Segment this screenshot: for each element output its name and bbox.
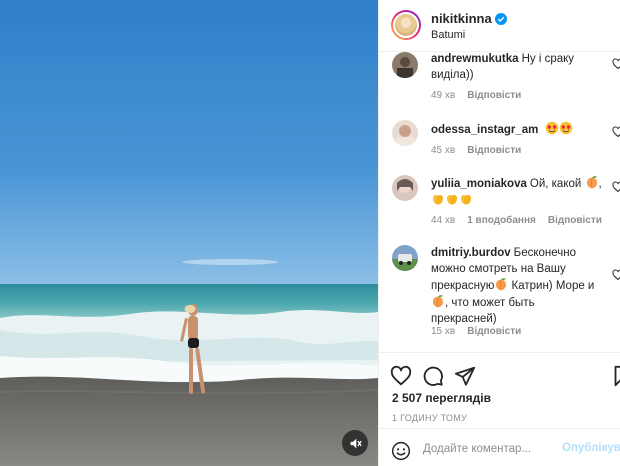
author-avatar[interactable] xyxy=(391,10,421,40)
heart-icon[interactable] xyxy=(390,365,412,387)
commenter-username[interactable]: odessa_instagr_am xyxy=(431,124,538,136)
beach-scene-image xyxy=(0,0,378,466)
post-video[interactable] xyxy=(0,0,378,466)
comment-like-heart-icon[interactable] xyxy=(612,181,620,193)
comment-meta: 49 хв Відповісти xyxy=(431,90,533,101)
clapping-hands-emoji-icon xyxy=(432,194,444,205)
commenter-avatar[interactable] xyxy=(392,52,418,78)
comment-time[interactable]: 49 хв xyxy=(431,90,455,101)
commenter-avatar[interactable] xyxy=(392,175,418,201)
reply-button[interactable]: Відповісти xyxy=(467,90,521,101)
comment-text: yuliia_moniakova Ой, какой , xyxy=(431,175,603,209)
speech-bubble-icon[interactable] xyxy=(422,365,444,387)
post-timestamp[interactable]: 1 ГОДИНУ ТОМУ xyxy=(392,413,467,423)
comment-like-heart-icon[interactable] xyxy=(612,58,620,70)
publish-button[interactable]: Опублікувати xyxy=(562,442,620,454)
bookmark-icon[interactable] xyxy=(613,365,620,387)
comment-text: odessa_instagr_am xyxy=(431,121,603,138)
comment-time[interactable]: 44 хв xyxy=(431,215,455,226)
clapping-hands-emoji-icon xyxy=(460,194,472,205)
commenter-username[interactable]: andrewmukutka xyxy=(431,53,519,65)
commenter-username[interactable]: yuliia_moniakova xyxy=(431,178,527,190)
author-username-row: nikitkinna xyxy=(431,11,507,26)
post-actions-bar xyxy=(379,352,620,392)
peach-emoji-icon xyxy=(432,295,444,308)
heart-eyes-emoji-icon xyxy=(559,121,572,135)
reply-button[interactable]: Відповісти xyxy=(548,215,602,226)
heart-eyes-emoji-icon xyxy=(545,121,558,135)
author-username[interactable]: nikitkinna xyxy=(431,11,492,26)
comment-like-heart-icon[interactable] xyxy=(612,126,620,138)
add-comment-bar: Опублікувати xyxy=(379,428,620,466)
instagram-post-window: nikitkinna Batumi andrewmukutka Ну і срак… xyxy=(0,0,620,466)
comment-input[interactable] xyxy=(423,437,553,461)
comment-like-heart-icon[interactable] xyxy=(612,269,620,281)
comment-time[interactable]: 15 хв xyxy=(431,326,455,337)
comment-time[interactable]: 45 хв xyxy=(431,145,455,156)
mute-button[interactable] xyxy=(342,430,368,456)
comment-body-part-2: Катрин) Море и xyxy=(511,280,595,292)
commenter-username[interactable]: dmitriy.burdov xyxy=(431,247,511,259)
post-side-panel: nikitkinna Batumi andrewmukutka Ну і срак… xyxy=(378,0,620,466)
comment-likes-count[interactable]: 1 вподобання xyxy=(467,215,536,226)
comment-body-part-3: , что может быть прекрасней) xyxy=(431,297,535,325)
peach-emoji-icon xyxy=(586,176,597,189)
peach-emoji-icon xyxy=(496,278,507,291)
comment-meta: 15 хв Відповісти xyxy=(431,326,533,337)
comment-body: Ой, какой xyxy=(529,178,582,190)
reply-button[interactable]: Відповісти xyxy=(467,326,521,337)
comment-text: dmitriy.burdov Бесконечно можно смотреть … xyxy=(431,245,603,327)
speaker-muted-icon xyxy=(350,438,362,448)
comment-text: andrewmukutka Ну і сраку виділа)) xyxy=(431,52,603,83)
smiley-icon[interactable] xyxy=(391,441,411,461)
post-location[interactable]: Batumi xyxy=(431,29,465,41)
commenter-avatar[interactable] xyxy=(392,120,418,146)
comment-meta: 44 хв 1 вподобання Відповісти xyxy=(431,215,614,226)
comments-list[interactable]: andrewmukutka Ну і сраку виділа)) 49 хв Ві… xyxy=(379,52,620,350)
comment-meta: 45 хв Відповісти xyxy=(431,145,533,156)
reply-button[interactable]: Відповісти xyxy=(467,145,521,156)
post-header: nikitkinna Batumi xyxy=(379,0,620,52)
views-count[interactable]: 2 507 переглядів xyxy=(392,391,491,405)
verified-badge-icon xyxy=(494,13,507,25)
commenter-avatar[interactable] xyxy=(392,245,418,271)
paper-plane-icon[interactable] xyxy=(454,365,476,387)
clapping-hands-emoji-icon xyxy=(446,194,458,205)
